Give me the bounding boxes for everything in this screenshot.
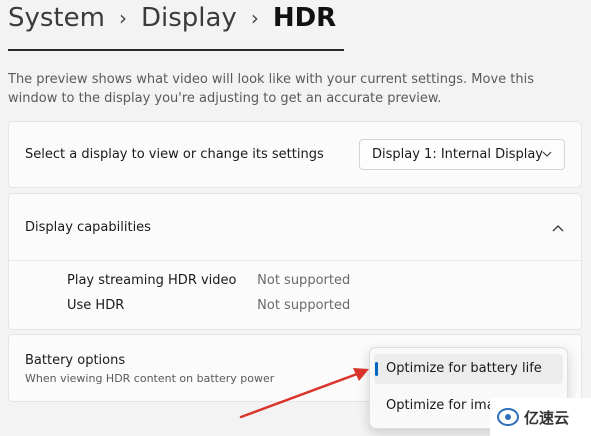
capability-row: Play streaming HDR video Not supported — [67, 273, 350, 288]
breadcrumb-separator: › — [118, 6, 127, 30]
display-dropdown-value: Display 1: Internal Display — [372, 147, 543, 162]
display-select-card: Select a display to view or change its s… — [8, 121, 582, 188]
cloud-logo-icon — [496, 407, 520, 427]
display-dropdown[interactable]: Display 1: Internal Display — [359, 139, 565, 170]
breadcrumb-display[interactable]: Display — [141, 3, 237, 33]
selected-indicator — [375, 362, 378, 376]
capability-name: Play streaming HDR video — [67, 273, 237, 288]
breadcrumb: System › Display › HDR — [8, 0, 336, 38]
page-title: HDR — [272, 3, 337, 33]
option-label: Optimize for ima — [386, 398, 495, 413]
option-label: Optimize for battery life — [386, 361, 542, 376]
capability-value: Not supported — [257, 273, 351, 288]
chevron-down-icon — [542, 151, 552, 157]
watermark: 亿速云 — [490, 398, 591, 436]
display-capabilities-card: Display capabilities Play streaming HDR … — [8, 193, 582, 330]
page-description: The preview shows what video will look l… — [8, 72, 535, 106]
title-underline — [8, 49, 344, 51]
breadcrumb-system[interactable]: System — [8, 3, 105, 33]
capability-value: Not supported — [257, 298, 351, 313]
capability-row: Use HDR Not supported — [67, 298, 350, 313]
breadcrumb-separator: › — [250, 6, 259, 30]
capabilities-header[interactable]: Display capabilities — [25, 220, 151, 235]
option-optimize-battery-life[interactable]: Optimize for battery life — [374, 354, 563, 384]
chevron-up-icon[interactable] — [551, 222, 565, 236]
battery-options-title: Battery options — [25, 353, 126, 368]
display-select-label: Select a display to view or change its s… — [25, 147, 324, 162]
battery-options-subtitle: When viewing HDR content on battery powe… — [25, 372, 275, 385]
watermark-text: 亿速云 — [524, 408, 570, 427]
capability-name: Use HDR — [67, 298, 125, 313]
capabilities-divider — [9, 260, 581, 261]
